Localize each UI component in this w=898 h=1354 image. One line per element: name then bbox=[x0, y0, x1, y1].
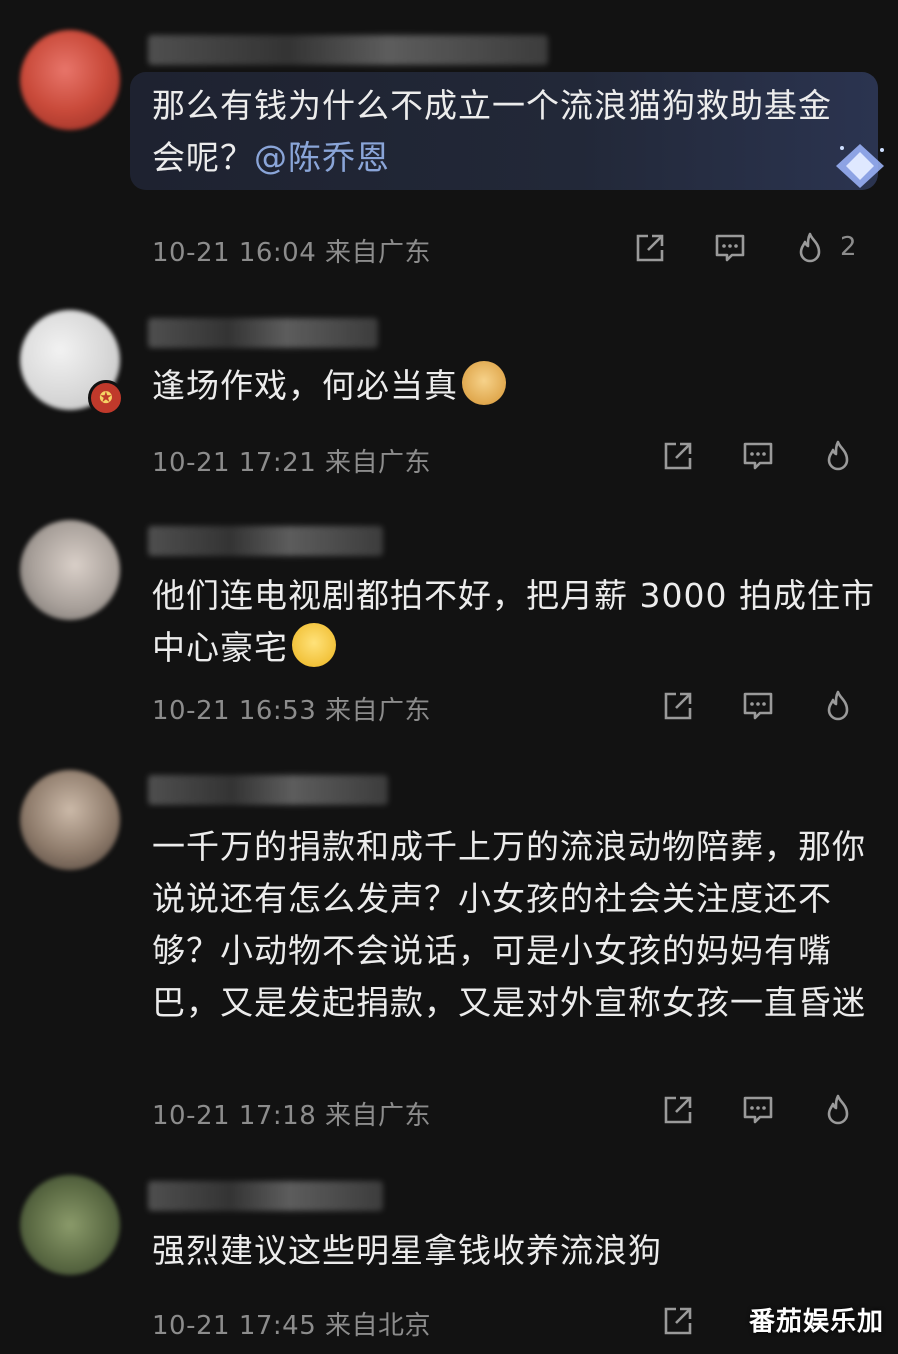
comment-actions: 2 bbox=[618, 228, 898, 268]
comment-time: 10-21 17:21 bbox=[152, 448, 317, 478]
avatar[interactable] bbox=[20, 770, 120, 870]
reply-button[interactable] bbox=[710, 228, 750, 268]
flame-icon bbox=[799, 232, 821, 263]
like-button[interactable] bbox=[790, 228, 830, 268]
share-button[interactable] bbox=[658, 1301, 698, 1341]
reply-button[interactable] bbox=[738, 686, 778, 726]
share-icon bbox=[664, 692, 692, 720]
share-button[interactable] bbox=[658, 436, 698, 476]
like-count: 2 bbox=[840, 232, 857, 262]
comment-location: 来自广东 bbox=[325, 696, 432, 726]
comment-time: 10-21 17:45 bbox=[152, 1311, 317, 1341]
comment-meta: 10-21 17:18 来自广东 bbox=[152, 1095, 431, 1132]
avatar[interactable] bbox=[20, 1175, 120, 1275]
verified-badge-icon: ✪ bbox=[88, 380, 124, 416]
doge-emoji-icon bbox=[462, 361, 506, 405]
flame-icon bbox=[827, 440, 849, 471]
avatar[interactable] bbox=[20, 30, 120, 130]
reply-button[interactable] bbox=[738, 1090, 778, 1130]
reply-button[interactable] bbox=[738, 436, 778, 476]
share-icon bbox=[664, 1096, 692, 1124]
share-button[interactable] bbox=[630, 228, 670, 268]
share-button[interactable] bbox=[658, 686, 698, 726]
comment-item: 一千万的捐款和成千上万的流浪动物陪葬，那你说说还有怎么发声？小女孩的社会关注度还… bbox=[0, 745, 898, 1155]
comment-text: 逢场作戏，何必当真 bbox=[152, 360, 882, 412]
share-icon bbox=[664, 442, 692, 470]
comment-item: ✪ 逢场作戏，何必当真 10-21 17:21 来自广东 bbox=[0, 290, 898, 500]
flame-icon bbox=[827, 1094, 849, 1125]
username-blurred[interactable] bbox=[148, 526, 383, 556]
comment-location: 来自广东 bbox=[325, 448, 432, 478]
comment-meta: 10-21 17:45 来自北京 bbox=[152, 1305, 431, 1342]
like-button[interactable] bbox=[818, 686, 858, 726]
flame-icon bbox=[827, 690, 849, 721]
username-blurred[interactable] bbox=[148, 775, 388, 805]
comment-time: 10-21 17:18 bbox=[152, 1101, 317, 1131]
username-blurred[interactable] bbox=[148, 35, 548, 65]
comment-text: 一千万的捐款和成千上万的流浪动物陪葬，那你说说还有怎么发声？小女孩的社会关注度还… bbox=[152, 827, 866, 1022]
reply-icon bbox=[743, 692, 773, 720]
comment-time: 10-21 16:04 bbox=[152, 238, 317, 268]
comment-meta: 10-21 16:53 来自广东 bbox=[152, 690, 431, 727]
comment-location: 来自北京 bbox=[325, 1311, 432, 1341]
reply-icon bbox=[715, 234, 745, 262]
comment-location: 来自广东 bbox=[325, 1101, 432, 1131]
comment-text: 那么有钱为什么不成立一个流浪猫狗救助基金会呢？@陈乔恩 bbox=[152, 86, 832, 177]
comment-item: 他们连电视剧都拍不好，把月薪 3000 拍成住市中心豪宅 10-21 16:53… bbox=[0, 500, 898, 745]
share-icon bbox=[664, 1307, 692, 1335]
comment-actions bbox=[618, 436, 898, 476]
comment-text: 他们连电视剧都拍不好，把月薪 3000 拍成住市中心豪宅 bbox=[152, 576, 875, 667]
comment-actions bbox=[618, 686, 898, 726]
reply-icon bbox=[743, 442, 773, 470]
reply-icon bbox=[743, 1096, 773, 1124]
watermark: 番茄娱乐加 bbox=[748, 1307, 884, 1337]
laugh-emoji-icon bbox=[292, 623, 336, 667]
like-button[interactable] bbox=[818, 436, 858, 476]
username-blurred[interactable] bbox=[148, 318, 378, 348]
comment-text: 强烈建议这些明星拿钱收养流浪狗 bbox=[152, 1231, 662, 1270]
comment-meta: 10-21 16:04 来自广东 bbox=[152, 232, 431, 269]
share-button[interactable] bbox=[658, 1090, 698, 1130]
username-blurred[interactable] bbox=[148, 1181, 383, 1211]
comment-actions bbox=[618, 1090, 898, 1130]
mention-link[interactable]: @陈乔恩 bbox=[254, 138, 390, 177]
share-icon bbox=[636, 234, 664, 262]
comment-item: 那么有钱为什么不成立一个流浪猫狗救助基金会呢？@陈乔恩 10-21 16:04 … bbox=[0, 0, 898, 290]
avatar[interactable] bbox=[20, 520, 120, 620]
comment-time: 10-21 16:53 bbox=[152, 696, 317, 726]
comment-meta: 10-21 17:21 来自广东 bbox=[152, 442, 431, 479]
like-button[interactable] bbox=[818, 1090, 858, 1130]
comment-location: 来自广东 bbox=[325, 238, 432, 268]
